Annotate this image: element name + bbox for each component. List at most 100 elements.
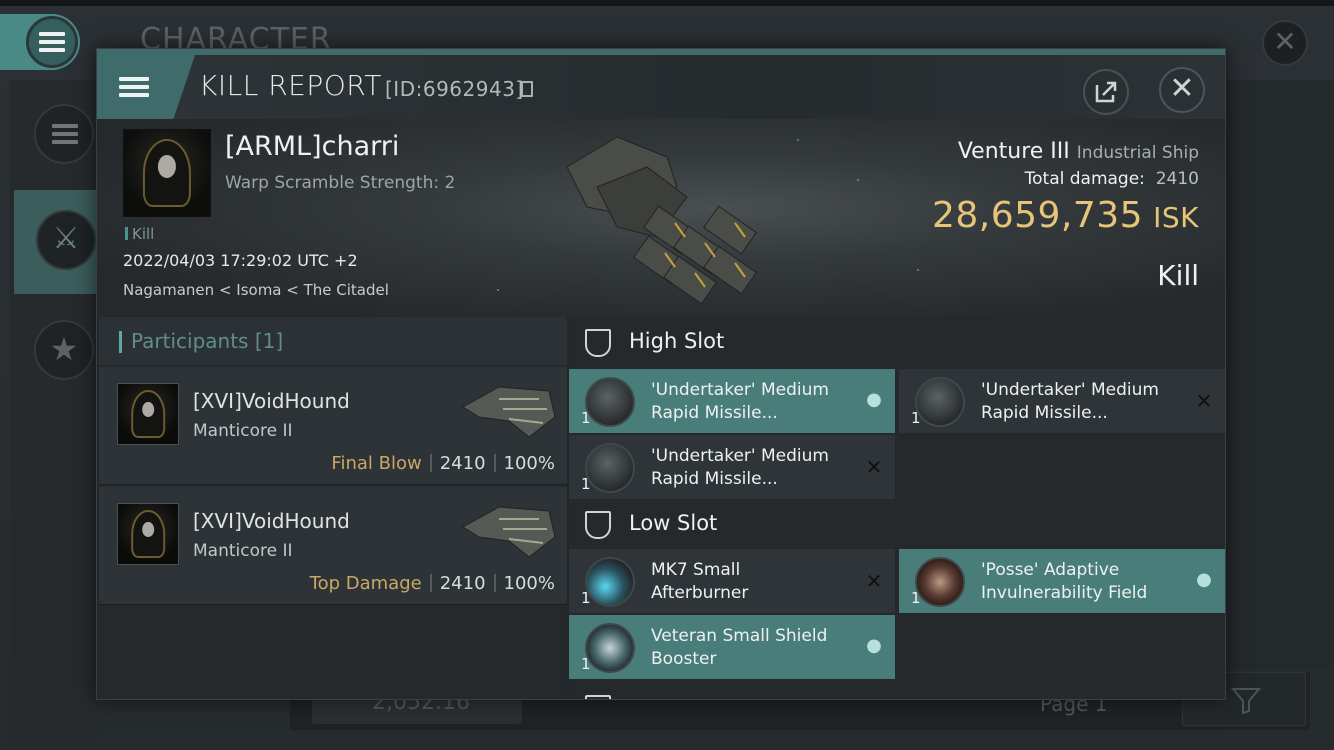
participant-name: [XVI]VoidHound xyxy=(193,509,350,533)
victim-ship-class: Industrial Ship xyxy=(1076,143,1199,163)
main-menu-icon xyxy=(26,16,78,68)
slot-icon xyxy=(585,695,611,699)
module-item[interactable]: 1 'Posse' Adaptive Invulnerability Field… xyxy=(899,549,1225,613)
person-icon: ● xyxy=(866,635,882,656)
participant-stats: Final Blow 2410 100% xyxy=(331,453,555,474)
module-name: MK7 Small Afterburner xyxy=(651,560,749,603)
main-menu-button[interactable] xyxy=(0,14,80,70)
kill-report-title: KILL REPORT xyxy=(199,69,382,102)
low-slot-icon xyxy=(585,511,611,539)
star-shield-icon[interactable]: ★ xyxy=(34,320,94,380)
low-slot-title: Low Slot xyxy=(629,511,718,535)
kill-report-id: [ID:6962943] xyxy=(385,77,524,101)
copy-icon[interactable] xyxy=(521,81,533,97)
total-damage-label: Total damage: xyxy=(1024,169,1145,189)
victim-ship-name: Venture III xyxy=(957,139,1070,164)
destroyed-icon: ✕ xyxy=(865,569,883,593)
kill-location[interactable]: Nagamanen < Isoma < The Citadel xyxy=(123,281,389,299)
participant-damage: 2410 xyxy=(439,573,486,594)
close-button[interactable]: ✕ xyxy=(1159,67,1205,113)
menu-icon xyxy=(119,77,149,97)
kill-result: Kill xyxy=(1157,259,1199,292)
kill-datetime: 2022/04/03 17:29:02 UTC +2 xyxy=(123,251,358,270)
shield-module-icon xyxy=(915,557,965,607)
module-count: 1 xyxy=(581,655,591,673)
top-damage-label: Top Damage xyxy=(309,573,422,594)
isk-amount: 28,659,735 xyxy=(931,195,1144,236)
victim-portrait[interactable] xyxy=(123,129,211,217)
participants-title: Participants [1] xyxy=(131,329,284,353)
rail-combat-tab[interactable]: ⚔ xyxy=(14,190,102,294)
person-icon: ● xyxy=(1196,569,1212,590)
module-item[interactable]: 1 Veteran Small Shield Booster ● xyxy=(569,615,895,679)
module-count: 1 xyxy=(911,409,921,427)
module-name: 'Undertaker' Medium Rapid Missile... xyxy=(651,380,829,423)
participants-panel: Participants [1] [XVI]VoidHound Manticor… xyxy=(99,317,567,699)
right-panel xyxy=(1226,80,1334,670)
module-count: 1 xyxy=(581,589,591,607)
participant-percent: 100% xyxy=(503,453,555,474)
shield-booster-icon xyxy=(585,623,635,673)
afterburner-icon xyxy=(585,557,635,607)
background-close-icon[interactable]: ✕ xyxy=(1262,20,1308,66)
high-slot-icon xyxy=(585,329,611,357)
total-damage-value: 2410 xyxy=(1155,169,1199,189)
module-item[interactable]: 1 'Undertaker' Medium Rapid Missile... ● xyxy=(569,369,895,433)
module-item[interactable]: 1 'Undertaker' Medium Rapid Missile... ✕ xyxy=(899,369,1225,433)
modal-header: KILL REPORT [ID:6962943] ✕ xyxy=(97,55,1225,119)
participant-percent: 100% xyxy=(503,573,555,594)
top-strip xyxy=(0,0,1334,6)
isk-unit: ISK xyxy=(1153,201,1199,234)
participant-name: [XVI]VoidHound xyxy=(193,389,350,413)
kill-tag-label: Kill xyxy=(132,225,155,243)
high-slot-title: High Slot xyxy=(629,329,725,353)
module-name: Veteran Small Shield Booster xyxy=(651,626,828,669)
side-rail: ⚔ ★ xyxy=(10,80,102,750)
person-icon: ● xyxy=(866,389,882,410)
kill-report-modal: KILL REPORT [ID:6962943] ✕ [ARML]charri … xyxy=(96,48,1226,700)
destroyed-icon: ✕ xyxy=(865,455,883,479)
module-name: 'Undertaker' Medium Rapid Missile... xyxy=(981,380,1159,423)
participant-stats: Top Damage 2410 100% xyxy=(310,573,555,594)
participant-avatar[interactable] xyxy=(117,383,179,445)
participant-row[interactable]: [XVI]VoidHound Manticore II Final Blow 24… xyxy=(99,367,567,485)
external-link-icon xyxy=(1095,81,1117,103)
destroyed-icon: ✕ xyxy=(1195,389,1213,413)
next-slot-header xyxy=(569,683,1225,699)
warp-scramble-strength: Warp Scramble Strength: 2 xyxy=(225,173,456,193)
module-count: 1 xyxy=(911,589,921,607)
high-slot-header: High Slot xyxy=(569,317,1225,365)
kill-tag: Kill xyxy=(125,225,154,243)
missile-launcher-icon xyxy=(585,377,635,427)
participant-ship-image xyxy=(462,506,556,558)
participant-ship: Manticore II xyxy=(193,421,293,441)
missile-launcher-icon xyxy=(915,377,965,427)
close-icon: ✕ xyxy=(1169,71,1195,106)
isk-value: 28,659,735 ISK xyxy=(932,195,1199,236)
victim-ship[interactable]: Venture III Industrial Ship xyxy=(958,139,1199,164)
module-count: 1 xyxy=(581,409,591,427)
final-blow-label: Final Blow xyxy=(331,453,422,474)
victim-ship-image[interactable] xyxy=(557,127,777,313)
module-name: 'Undertaker' Medium Rapid Missile... xyxy=(651,446,829,489)
low-slot-header: Low Slot xyxy=(569,499,1225,547)
share-button[interactable] xyxy=(1083,69,1129,115)
module-item[interactable]: 1 'Undertaker' Medium Rapid Missile... ✕ xyxy=(569,435,895,499)
participant-row[interactable]: [XVI]VoidHound Manticore II Top Damage 24… xyxy=(99,487,567,605)
fitting-panel: High Slot 1 'Undertaker' Medium Rapid Mi… xyxy=(569,317,1225,699)
victim-pilot-name[interactable]: [ARML]charri xyxy=(225,131,399,162)
total-damage: Total damage: 2410 xyxy=(1025,169,1199,189)
crossed-swords-icon: ⚔ xyxy=(36,210,96,270)
participant-ship: Manticore II xyxy=(193,541,293,561)
victim-summary: [ARML]charri Warp Scramble Strength: 2 K… xyxy=(97,119,1225,317)
missile-launcher-icon xyxy=(585,443,635,493)
rail-menu-icon[interactable] xyxy=(34,104,94,164)
participant-avatar[interactable] xyxy=(117,503,179,565)
module-name: 'Posse' Adaptive Invulnerability Field xyxy=(981,560,1148,603)
participant-ship-image xyxy=(462,386,556,438)
participants-header: Participants [1] xyxy=(99,317,567,365)
participant-damage: 2410 xyxy=(439,453,486,474)
module-count: 1 xyxy=(581,475,591,493)
modal-menu-button[interactable] xyxy=(97,55,195,119)
module-item[interactable]: 1 MK7 Small Afterburner ✕ xyxy=(569,549,895,613)
